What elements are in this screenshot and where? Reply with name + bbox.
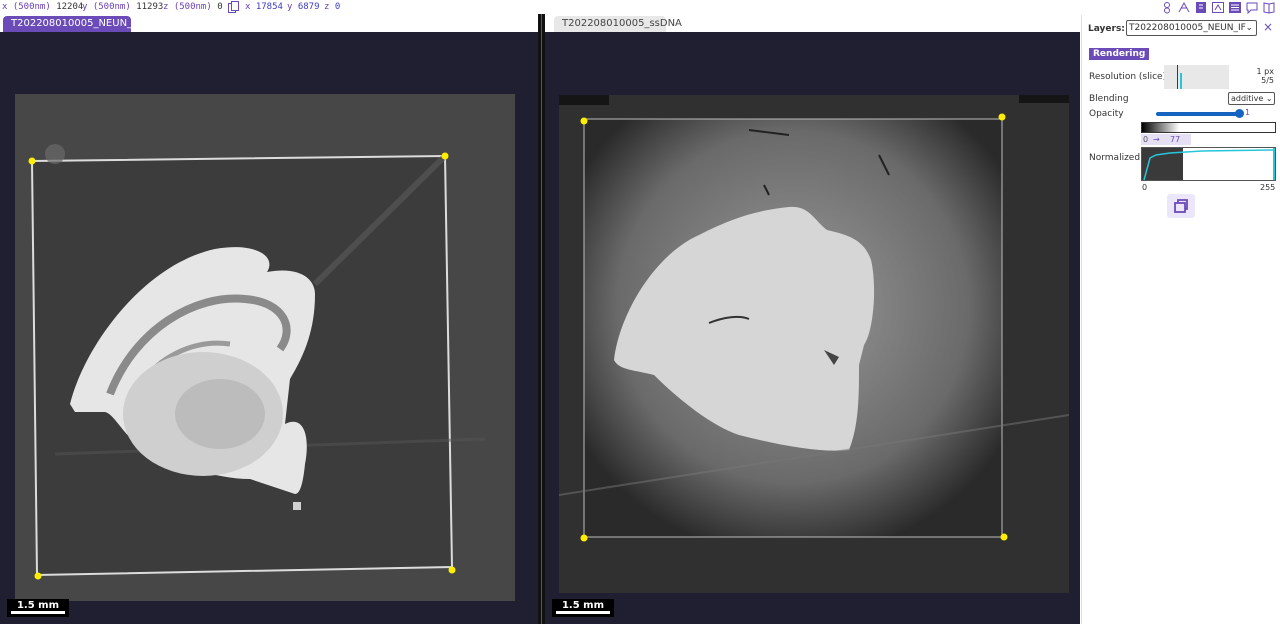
resolution-value: 1 px 5/5	[1256, 67, 1274, 85]
layer-icon[interactable]	[1160, 1, 1174, 14]
neun-image-canvas	[15, 94, 515, 601]
z-coordinate[interactable]: z (500nm) 0	[163, 0, 223, 15]
layout-icon[interactable]	[1211, 1, 1225, 14]
chevron-down-icon: ⌄	[1265, 94, 1273, 103]
resolution-indicator	[1164, 65, 1229, 89]
scale-bar: 1.5 mm	[7, 599, 69, 617]
opacity-value: 1	[1245, 108, 1251, 117]
tab-ssdna[interactable]: T202208010005_ssDNA	[554, 16, 682, 32]
ssdna-image[interactable]	[558, 95, 1070, 593]
neun-image[interactable]	[15, 94, 515, 601]
contrast-range[interactable]: 0 → 77	[1141, 134, 1191, 145]
chevron-down-icon: ⌄	[1245, 23, 1253, 33]
contrast-gradient[interactable]	[1141, 122, 1276, 133]
scale-line	[11, 611, 65, 614]
normalized-label: Normalized	[1089, 153, 1141, 163]
opacity-label: Opacity	[1089, 109, 1124, 119]
tab-neun-if[interactable]: T202208010005_NEUN_IF	[3, 16, 141, 32]
arrow-right-icon: →	[1153, 135, 1160, 144]
scale-label: 1.5 mm	[561, 600, 605, 611]
resolution-label: Resolution (slice)	[1089, 72, 1167, 82]
help-icon[interactable]	[1262, 1, 1276, 14]
layer-select[interactable]: T202208010005_NEUN_IF ⌄	[1126, 20, 1257, 36]
layers-label: Layers:	[1088, 24, 1125, 34]
right-viewer-panel[interactable]: 1.5 mm	[545, 32, 1080, 624]
histogram-curve	[1143, 149, 1275, 180]
settings-icon[interactable]	[1228, 1, 1242, 14]
histogram-min: 0	[1142, 183, 1148, 192]
scale-line	[556, 611, 610, 614]
comment-icon[interactable]	[1245, 1, 1259, 14]
panel-divider[interactable]	[538, 14, 545, 624]
x-coordinate[interactable]: x (500nm) 12204	[2, 0, 83, 15]
annotation-icon[interactable]	[1177, 1, 1191, 14]
toolbar-icons	[1160, 0, 1276, 15]
histogram-max: 255	[1260, 183, 1276, 192]
left-viewer-panel[interactable]: 1.5 mm	[0, 32, 538, 624]
tab-rendering[interactable]: Rendering	[1089, 48, 1150, 60]
scale-label: 1.5 mm	[16, 600, 60, 611]
bookmark-icon[interactable]	[1194, 1, 1208, 14]
histogram[interactable]	[1141, 147, 1276, 181]
opacity-slider-thumb[interactable]	[1235, 109, 1244, 118]
cursor-x: x 17854	[245, 2, 283, 12]
copy-icon[interactable]	[228, 1, 239, 13]
layer-select-value: T202208010005_NEUN_IF	[1129, 23, 1246, 33]
invert-icon	[1174, 199, 1188, 213]
invert-button[interactable]	[1167, 194, 1195, 218]
cursor-z: z 0	[324, 2, 341, 12]
y-coordinate[interactable]: y (500nm) 11293	[82, 0, 163, 15]
close-icon[interactable]: ×	[1263, 20, 1273, 34]
coordinate-bar: x (500nm) 12204 y (500nm) 11293 z (500nm…	[0, 0, 1280, 15]
ssdna-image-canvas	[558, 95, 1070, 593]
blending-select[interactable]: additive ⌄	[1228, 92, 1275, 105]
opacity-slider[interactable]	[1156, 112, 1238, 116]
layer-side-panel: Layers: T202208010005_NEUN_IF ⌄ × Render…	[1081, 15, 1280, 624]
blending-label: Blending	[1089, 94, 1129, 104]
scale-bar: 1.5 mm	[552, 599, 614, 617]
cursor-y: y 6879	[287, 2, 320, 12]
